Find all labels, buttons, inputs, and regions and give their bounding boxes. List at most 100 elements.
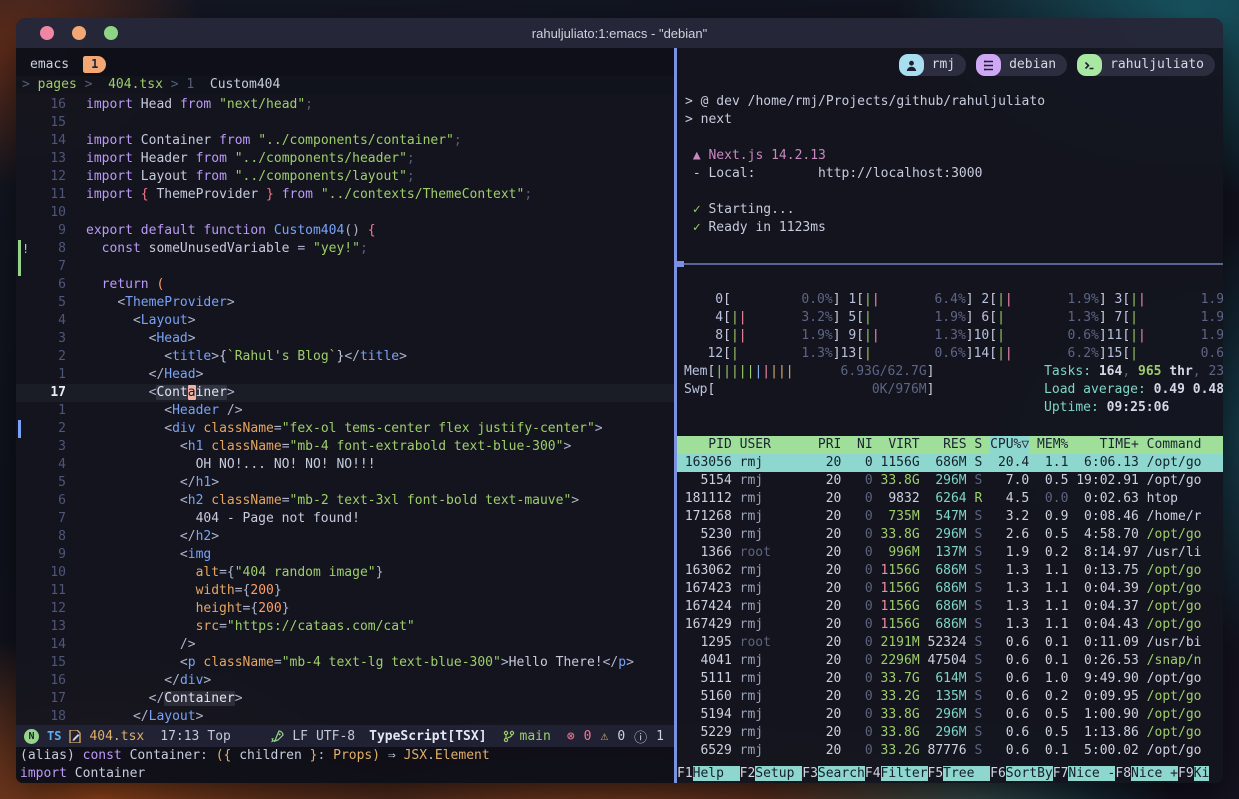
terminal-line: ▲ Next.js 14.2.13 (685, 147, 1223, 165)
code-line[interactable]: 2 <div className="fex-ol tems-center fle… (16, 420, 674, 438)
info-count: 1 (656, 729, 664, 744)
process-row[interactable]: 5230 rmj 20 0 33.8G 296M S 2.6 0.5 4:58.… (677, 526, 1223, 544)
code-text: const someUnusedVariable = "yey!"; (66, 240, 368, 258)
line-number: 17 (24, 690, 66, 708)
gutter-mark (16, 132, 24, 150)
code-line[interactable]: 16 </div> (16, 672, 674, 690)
process-row[interactable]: 6529 rmj 20 0 33.2G 87776 S 0.6 0.1 5:00… (677, 742, 1223, 760)
tab-emacs[interactable]: emacs 1 (16, 52, 116, 76)
code-line[interactable]: 3 <h1 className="mb-4 font-extrabold tex… (16, 438, 674, 456)
code-line[interactable]: 16import Head from "next/head"; (16, 96, 674, 114)
code-line[interactable]: !8 const someUnusedVariable = "yey!"; (16, 240, 674, 258)
code-line[interactable]: 4 <Layout> (16, 312, 674, 330)
code-line[interactable]: 2 <title>{`Rahul's Blog`}</title> (16, 348, 674, 366)
line-number: 16 (24, 672, 66, 690)
code-line[interactable]: 6 <h2 className="mb-2 text-3xl font-bold… (16, 492, 674, 510)
code-line[interactable]: 15 <p className="mb-4 text-lg text-blue-… (16, 654, 674, 672)
breadcrumb[interactable]: > pages > 404.tsx > 1 Custom404 (16, 76, 674, 94)
git-branch[interactable]: main (503, 729, 551, 744)
modeline: N TS 404.tsx 17:13 Top LF UTF-8 TypeScri… (16, 725, 674, 747)
code-area[interactable]: 16import Head from "next/head";1514impor… (16, 94, 674, 725)
cpu-meter-row: 4[|| 3.2%] 5[| 1.9%] 6[| 1.3%] 7[| 1.9%] (677, 309, 1223, 327)
line-number: 1 (24, 366, 66, 384)
code-text: OH NO!... NO! NO! NO!!! (66, 456, 376, 474)
file-modified-icon (69, 730, 81, 743)
line-number: 9 (24, 222, 66, 240)
code-line[interactable]: 9export default function Custom404() { (16, 222, 674, 240)
modeline-position: 17:13 (160, 729, 199, 744)
gutter-mark (16, 330, 24, 348)
process-row[interactable]: 5111 rmj 20 0 33.7G 614M S 0.6 1.0 9:49.… (677, 670, 1223, 688)
code-line[interactable]: 4 OH NO!... NO! NO! NO!!! (16, 456, 674, 474)
terminal-output[interactable]: > @ dev /home/rmj/Projects/github/rahulj… (677, 48, 1223, 263)
process-row[interactable]: 163062 rmj 20 0 1156G 686M S 1.3 1.1 0:1… (677, 562, 1223, 580)
echo-line: import Container (20, 765, 674, 783)
gutter-mark (16, 654, 24, 672)
code-line[interactable]: 11 width={200} (16, 582, 674, 600)
process-row[interactable]: 5194 rmj 20 0 33.8G 296M S 0.6 0.5 1:00.… (677, 706, 1223, 724)
warning-count: 0 (617, 729, 625, 744)
process-row[interactable]: 5229 rmj 20 0 33.8G 296M S 0.6 0.5 1:13.… (677, 724, 1223, 742)
gutter-mark (16, 474, 24, 492)
fkey-bar[interactable]: F1Help F2Setup F3SearchF4FilterF5Tree F6… (677, 765, 1223, 783)
pane-split-divider[interactable] (677, 263, 1223, 265)
code-line[interactable]: 8 </h2> (16, 528, 674, 546)
code-line[interactable]: 1 </Head> (16, 366, 674, 384)
code-line[interactable]: 5 <ThemeProvider> (16, 294, 674, 312)
process-row[interactable]: 4041 rmj 20 0 2296M 47504 S 0.6 0.1 0:26… (677, 652, 1223, 670)
titlebar[interactable]: rahuljuliato:1:emacs - "debian" (16, 18, 1223, 48)
htop-panel[interactable]: 0[ 0.0%] 1[|| 6.4%] 2[|| 1.9%] 3[|| 1.9%… (677, 265, 1223, 783)
gutter-mark (16, 672, 24, 690)
code-text: <Head> (66, 330, 196, 348)
code-line[interactable]: 13import Header from "../components/head… (16, 150, 674, 168)
lsp-rocket-icon (271, 730, 284, 743)
process-row[interactable]: 1295 root 20 0 2191M 52324 S 0.6 0.1 0:1… (677, 634, 1223, 652)
code-text: </Container> (66, 690, 243, 708)
terminal-pane[interactable]: rmj debian rahuljuliato > @ dev /home/rm… (674, 48, 1223, 783)
code-line[interactable]: 17 </Container> (16, 690, 674, 708)
code-line[interactable]: 17 <Container> (16, 384, 674, 402)
code-text: </Layout> (66, 708, 203, 725)
code-line[interactable]: 3 <Head> (16, 330, 674, 348)
gutter-mark: ! (16, 240, 24, 258)
code-line[interactable]: 7 404 - Page not found! (16, 510, 674, 528)
code-text: <p className="mb-4 text-lg text-blue-300… (66, 654, 634, 672)
code-line[interactable]: 14import Container from "../components/c… (16, 132, 674, 150)
process-row[interactable]: 181112 rmj 20 0 9832 6264 R 4.5 0.0 0:02… (677, 490, 1223, 508)
editor-pane: emacs 1 > pages > 404.tsx > 1 Custom404 … (16, 48, 674, 783)
process-table-header[interactable]: PID USER PRI NI VIRT RES S CPU%▽ MEM% TI… (677, 436, 1223, 454)
code-line[interactable]: 7 (16, 258, 674, 276)
code-line[interactable]: 1 <Header /> (16, 402, 674, 420)
code-line[interactable]: 11import { ThemeProvider } from "../cont… (16, 186, 674, 204)
process-row[interactable]: 163056 rmj 20 0 1156G 686M S 20.4 1.1 6:… (677, 454, 1223, 472)
code-line[interactable]: 13 src="https://cataas.com/cat" (16, 618, 674, 636)
terminal-line: > @ dev /home/rmj/Projects/github/rahulj… (685, 93, 1223, 111)
process-row[interactable]: 167429 rmj 20 0 1156G 686M S 1.3 1.1 0:0… (677, 616, 1223, 634)
process-row[interactable]: 5160 rmj 20 0 33.2G 135M S 0.6 0.2 0:09.… (677, 688, 1223, 706)
line-number: 13 (24, 618, 66, 636)
code-line[interactable]: 18 </Layout> (16, 708, 674, 725)
code-text: </h2> (66, 528, 219, 546)
diagnostics[interactable]: ⊗ 0 ⚠ 0 ⓘ 1 (567, 727, 664, 746)
code-line[interactable]: 12import Layout from "../components/layo… (16, 168, 674, 186)
terminal-window: rahuljuliato:1:emacs - "debian" emacs 1 … (16, 18, 1223, 783)
gutter-mark (16, 294, 24, 312)
code-line[interactable]: 10 (16, 204, 674, 222)
code-line[interactable]: 14 /> (16, 636, 674, 654)
process-row[interactable]: 1366 root 20 0 996M 137M S 1.9 0.2 8:14.… (677, 544, 1223, 562)
git-branch-icon (503, 730, 515, 743)
mem-meter: Mem[|||||||||| 6.93G/62.7G] Tasks: 164, … (677, 363, 1223, 381)
code-line[interactable]: 6 return ( (16, 276, 674, 294)
process-row[interactable]: 5154 rmj 20 0 33.8G 296M S 7.0 0.5 19:02… (677, 472, 1223, 490)
process-row[interactable]: 167424 rmj 20 0 1156G 686M S 1.3 1.1 0:0… (677, 598, 1223, 616)
code-line[interactable]: 10 alt={"404 random image"} (16, 564, 674, 582)
process-row[interactable]: 167423 rmj 20 0 1156G 686M S 1.3 1.1 0:0… (677, 580, 1223, 598)
code-line[interactable]: 12 height={200} (16, 600, 674, 618)
line-number: 6 (24, 492, 66, 510)
code-text: <h2 className="mb-2 text-3xl font-bold t… (66, 492, 579, 510)
code-line[interactable]: 9 <img (16, 546, 674, 564)
line-number: 10 (24, 564, 66, 582)
code-line[interactable]: 15 (16, 114, 674, 132)
code-line[interactable]: 5 </h1> (16, 474, 674, 492)
process-row[interactable]: 171268 rmj 20 0 735M 547M S 3.2 0.9 0:08… (677, 508, 1223, 526)
